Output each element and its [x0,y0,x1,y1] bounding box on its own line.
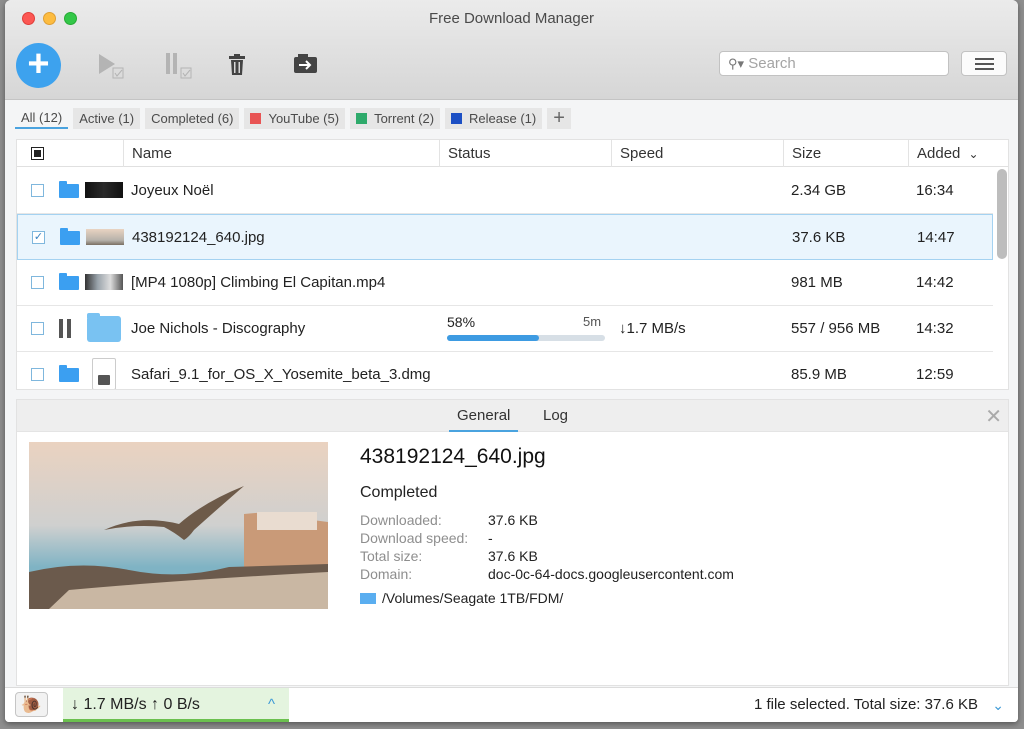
tab-youtube[interactable]: YouTube (5) [244,108,346,129]
selection-summary: 1 file selected. Total size: 37.6 KB [753,696,978,713]
column-added[interactable]: Added ⌄ [908,140,1008,167]
added-time: 16:34 [916,182,954,199]
list-item[interactable]: Joe Nichols - Discography 58% 5m ↓1.7 MB… [17,306,993,352]
resume-button[interactable] [95,50,135,82]
delete-button[interactable] [226,50,266,82]
list-header: Name Status Speed Size Added ⌄ [17,140,1008,167]
tab-general[interactable]: General [449,400,519,432]
added-time: 14:32 [916,320,954,337]
speed-limit-snail-button[interactable]: 🐌 [15,692,48,717]
list-item[interactable]: [MP4 1080p] Climbing El Capitan.mp4 981 … [17,260,993,306]
column-name[interactable]: Name [123,140,439,167]
folder-icon[interactable] [59,181,79,198]
main-menu-button[interactable] [961,51,1007,76]
traffic-speed-panel[interactable]: ↓ 1.7 MB/s ↑ 0 B/s ^ [63,688,289,722]
folder-icon[interactable] [60,228,80,245]
row-checkbox[interactable]: ✓ [32,231,45,244]
details-panel: General Log ✕ 438192124_640.jpg Complete… [16,399,1009,686]
app-window: Free Download Manager + ⚲▾ Search All (1… [5,0,1018,722]
file-name: [MP4 1080p] Climbing El Capitan.mp4 [131,274,386,291]
file-size: 37.6 KB [792,229,846,246]
downloads-list: Name Status Speed Size Added ⌄ Joyeux No… [16,139,1009,390]
tab-completed[interactable]: Completed (6) [145,108,240,129]
hamburger-icon [975,58,994,60]
pause-icon [166,53,170,74]
detail-download-speed: Download speed: - [360,530,493,546]
filter-tabs: All (12) Active (1) Completed (6) YouTub… [15,108,571,130]
tab-active[interactable]: Active (1) [73,108,141,129]
folder-icon[interactable] [59,273,79,290]
titlebar: Free Download Manager + ⚲▾ Search [5,0,1018,100]
snail-icon: 🐌 [20,695,43,714]
file-preview-image [29,442,328,609]
close-details-icon[interactable]: ✕ [985,404,1002,429]
file-size: 981 MB [791,274,843,291]
row-checkbox[interactable] [31,184,44,197]
added-time: 12:59 [916,366,954,383]
row-checkbox[interactable] [31,322,44,335]
select-all-checkbox[interactable] [31,147,44,160]
file-size: 2.34 GB [791,182,847,199]
folder-move-icon [294,54,317,73]
chevron-up-icon[interactable]: ^ [268,688,275,721]
trash-icon [229,54,245,75]
details-file-name: 438192124_640.jpg [360,445,546,468]
row-checkbox[interactable] [31,276,44,289]
detail-total-size: Total size: 37.6 KB [360,548,538,564]
youtube-color-swatch [250,113,262,124]
traffic-speeds: ↓ 1.7 MB/s ↑ 0 B/s [71,696,200,713]
list-item[interactable]: ✓ 438192124_640.jpg 37.6 KB 14:47 [17,214,993,260]
download-speed: ↓1.7 MB/s [619,320,686,337]
added-time: 14:42 [916,274,954,291]
row-checkbox[interactable] [31,368,44,381]
disk-image-icon [92,358,116,389]
folder-icon [360,593,376,604]
progress-percent: 58% [447,314,476,330]
progress-bar [447,335,605,341]
image-thumbnail [86,229,124,245]
detail-downloaded: Downloaded: 37.6 KB [360,512,538,528]
file-name: 438192124_640.jpg [132,229,265,246]
folder-icon[interactable] [59,365,79,382]
video-thumbnail [85,182,123,198]
time-remaining: 5m [583,314,602,329]
details-status: Completed [360,484,438,501]
file-name: Safari_9.1_for_OS_X_Yosemite_beta_3.dmg [131,366,431,383]
pause-button[interactable] [162,50,202,82]
move-to-folder-button[interactable] [292,50,332,82]
release-color-swatch [451,113,463,124]
save-path-link[interactable]: /Volumes/Seagate 1TB/FDM/ [360,590,563,606]
column-status[interactable]: Status [439,140,611,167]
add-tag-button[interactable]: + [547,108,571,129]
list-item[interactable]: Joyeux Noël 2.34 GB 16:34 [17,168,993,214]
search-icon: ⚲▾ [728,56,745,71]
tab-release[interactable]: Release (1) [445,108,543,129]
progress-fill [447,335,539,341]
detail-domain: Domain: doc-0c-64-docs.googleusercontent.… [360,566,734,582]
file-size: 85.9 MB [791,366,847,383]
add-download-button[interactable]: + [16,43,61,88]
list-scrollbar[interactable] [997,169,1007,259]
tab-all[interactable]: All (12) [15,108,69,129]
pause-icon[interactable] [59,319,73,339]
file-size: 557 / 956 MB [791,320,881,337]
added-time: 14:47 [917,229,955,246]
file-name: Joyeux Noël [131,182,214,199]
tab-log[interactable]: Log [543,400,568,432]
list-item[interactable]: Safari_9.1_for_OS_X_Yosemite_beta_3.dmg … [17,352,993,389]
search-box[interactable]: ⚲▾ [719,51,949,76]
window-title: Free Download Manager [428,10,595,27]
column-speed[interactable]: Speed [611,140,783,167]
video-thumbnail [85,274,123,290]
search-input[interactable] [748,55,929,72]
status-bar: 🐌 ↓ 1.7 MB/s ↑ 0 B/s ^ 1 file selected. … [5,687,1018,722]
torrent-color-swatch [356,113,368,124]
file-name: Joe Nichols - Discography [131,320,306,337]
sort-chevron-icon: ⌄ [968,147,979,161]
column-size[interactable]: Size [783,140,908,167]
details-tabs: General Log ✕ [17,400,1008,432]
large-folder-icon [87,313,121,342]
tab-torrent[interactable]: Torrent (2) [350,108,441,129]
chevron-down-icon[interactable]: ⌄ [992,688,1004,722]
